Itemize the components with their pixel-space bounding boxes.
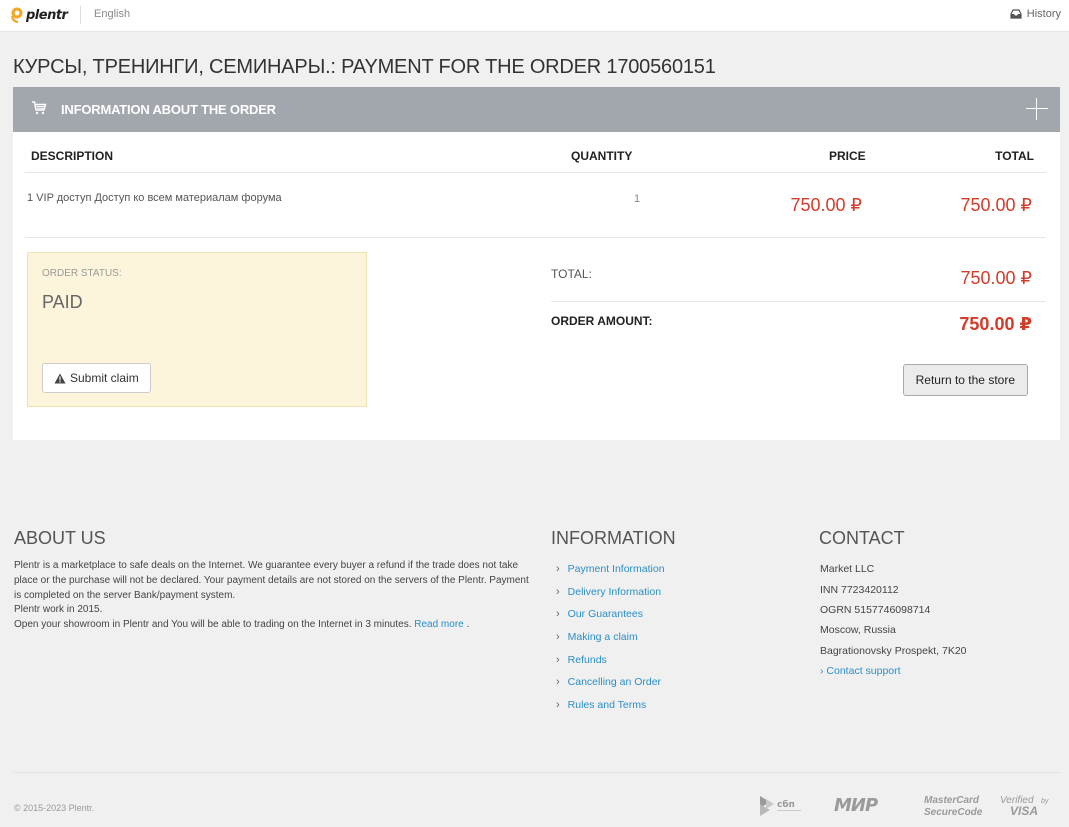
verified-by-text: by xyxy=(1041,798,1049,805)
page-title: КУРСЫ, ТРЕНИНГИ, СЕМИНАРЫ.: PAYMENT FOR … xyxy=(13,56,716,78)
information-links: › Payment Information › Delivery Informati… xyxy=(556,558,665,716)
mir-text: МИР xyxy=(834,795,878,816)
chevron-right-icon: › xyxy=(556,653,560,666)
cart-icon xyxy=(32,101,47,115)
contact-support-label: Contact support xyxy=(826,665,901,678)
divider xyxy=(551,301,1046,302)
divider xyxy=(13,772,1060,773)
sbp-logo: сбп xyxy=(760,796,801,816)
chevron-right-icon: › xyxy=(556,585,560,598)
divider xyxy=(25,237,1046,238)
plus-icon[interactable] xyxy=(1026,98,1048,120)
order-amount-label: ORDER AMOUNT: xyxy=(551,314,653,328)
column-header-price: PRICE xyxy=(829,149,866,163)
order-card: INFORMATION ABOUT THE ORDER DESCRIPTION … xyxy=(13,87,1060,440)
about-paragraph: Open your showroom in Plentr and You wil… xyxy=(14,619,470,631)
information-heading: INFORMATION xyxy=(551,528,676,548)
info-link-guarantees[interactable]: › Our Guarantees xyxy=(556,603,665,626)
contact-line: INN 7723420112 xyxy=(820,583,899,596)
info-link-refunds[interactable]: › Refunds xyxy=(556,648,665,671)
inbox-icon xyxy=(1010,9,1022,19)
about-heading: ABOUT US xyxy=(14,528,106,548)
info-link-label: Refunds xyxy=(567,653,607,666)
order-status-box: ORDER STATUS: PAID Submit claim xyxy=(27,252,367,407)
sbp-text: сбп xyxy=(777,799,795,810)
info-link-label: Cancelling an Order xyxy=(567,676,662,689)
contact-line: Bagrationovsky Prospekt, 7K20 xyxy=(820,644,967,657)
info-link-label: Rules and Terms xyxy=(567,698,647,711)
securecode-text: SecureCode xyxy=(924,807,983,818)
info-link-delivery[interactable]: › Delivery Information xyxy=(556,581,665,604)
mir-logo: МИР xyxy=(834,795,879,816)
mastercard-securecode-logo: MasterCard SecureCode xyxy=(924,795,983,818)
submit-claim-button[interactable]: Submit claim xyxy=(42,363,151,393)
order-status-value: PAID xyxy=(42,292,83,312)
divider xyxy=(25,172,1046,173)
order-info-header[interactable]: INFORMATION ABOUT THE ORDER xyxy=(13,87,1060,132)
about-text: Plentr is a marketplace to safe deals on… xyxy=(14,559,529,633)
summary-total-label: TOTAL: xyxy=(551,267,592,281)
info-link-label: Delivery Information xyxy=(567,585,662,598)
info-link-cancelling[interactable]: › Cancelling an Order xyxy=(556,671,665,694)
info-link-claim[interactable]: › Making a claim xyxy=(556,626,665,649)
info-link-label: Making a claim xyxy=(567,631,638,644)
chevron-right-icon: › xyxy=(556,698,560,711)
warning-icon xyxy=(54,373,66,383)
contact-line: Market LLC xyxy=(820,563,875,576)
history-label: History xyxy=(1026,8,1061,20)
mastercard-text: MasterCard xyxy=(924,795,980,806)
info-link-label: Payment Information xyxy=(567,563,665,576)
chevron-right-icon: › xyxy=(556,563,560,576)
column-header-quantity: QUANTITY xyxy=(571,149,633,163)
column-header-description: DESCRIPTION xyxy=(31,149,114,163)
info-link-payment[interactable]: › Payment Information xyxy=(556,558,665,581)
about-paragraph: Plentr is a marketplace to safe deals on… xyxy=(14,560,529,601)
info-link-label: Our Guarantees xyxy=(567,608,643,621)
contact-line: Moscow, Russia xyxy=(820,624,896,637)
item-price: 750.00 ₽ xyxy=(790,195,862,215)
contact-support-link[interactable]: › Contact support xyxy=(820,661,967,681)
summary-total-value: 750.00 ₽ xyxy=(960,268,1032,288)
copyright: © 2015-2023 Plentr. xyxy=(14,803,95,813)
chevron-right-icon: › xyxy=(556,631,560,644)
order-amount-value: 750.00 ₽ xyxy=(959,314,1032,334)
divider xyxy=(80,6,81,24)
verified-by-visa-logo: Verified by VISA xyxy=(1000,795,1049,818)
order-status-label: ORDER STATUS: xyxy=(42,268,122,279)
contact-heading: CONTACT xyxy=(819,528,905,548)
history-link[interactable]: History xyxy=(1010,8,1061,20)
about-line: Open your showroom in Plentr and You wil… xyxy=(14,619,412,631)
item-quantity: 1 xyxy=(634,193,641,205)
plentr-logo-mark xyxy=(10,7,23,23)
return-to-store-button[interactable]: Return to the store xyxy=(902,364,1028,396)
logo-text: plentr xyxy=(26,7,68,23)
chevron-right-icon: › xyxy=(556,676,560,689)
chevron-right-icon: › xyxy=(556,608,560,621)
column-header-total: TOTAL xyxy=(995,149,1034,163)
top-bar: plentr English History xyxy=(0,0,1069,32)
contact-info: Market LLC INN 7723420112 OGRN 515774609… xyxy=(820,559,967,681)
read-more-link[interactable]: Read more xyxy=(414,619,463,630)
order-info-title: INFORMATION ABOUT THE ORDER xyxy=(61,102,276,117)
submit-claim-label: Submit claim xyxy=(70,371,139,385)
info-link-rules[interactable]: › Rules and Terms xyxy=(556,694,665,717)
item-total: 750.00 ₽ xyxy=(960,195,1032,215)
about-paragraph: Plentr work in 2015. xyxy=(14,604,103,616)
visa-text: VISA xyxy=(1010,804,1038,818)
contact-line: OGRN 5157746098714 xyxy=(820,603,931,616)
logo[interactable]: plentr xyxy=(10,6,68,24)
language-switcher[interactable]: English xyxy=(94,8,130,20)
item-description: 1 VIP доступ Доступ ко всем материалам ф… xyxy=(27,192,282,204)
